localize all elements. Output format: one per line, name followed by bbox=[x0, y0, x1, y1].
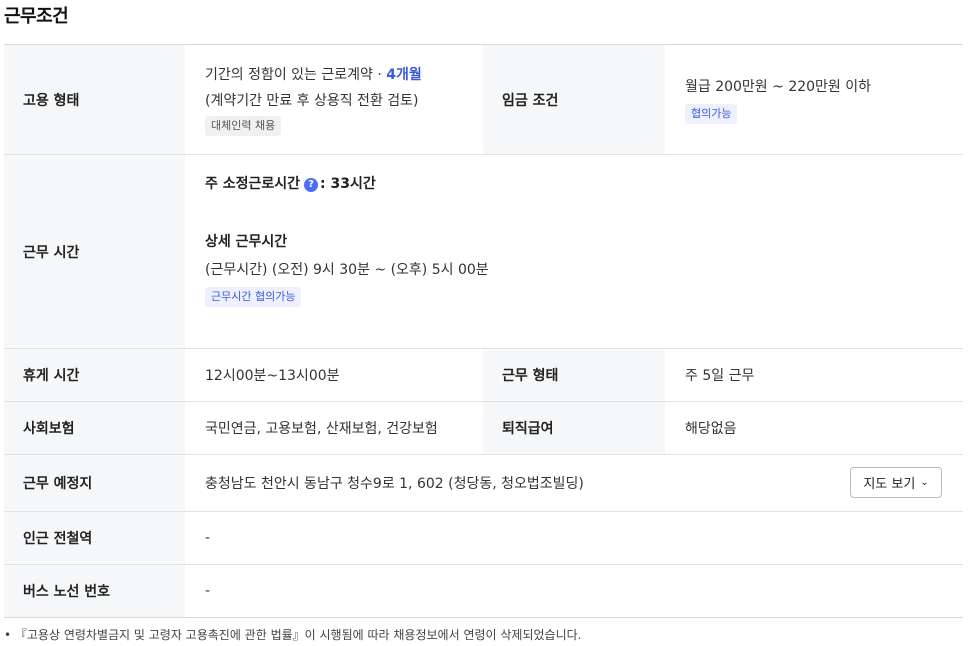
wage-cell: 월급 200만원 ~ 220만원 이하 협의가능 bbox=[665, 45, 963, 154]
detail-hours-label: 상세 근무시간 bbox=[205, 234, 288, 250]
location-label: 근무 예정지 bbox=[4, 455, 185, 511]
weekly-hours-label: 주 소정근로시간 bbox=[205, 176, 301, 192]
subway-value: - bbox=[205, 530, 211, 546]
row-bus: 버스 노선 번호 - bbox=[4, 565, 963, 618]
wage-value: 월급 200만원 ~ 220만원 이하 bbox=[685, 78, 872, 95]
map-view-button[interactable]: 지도 보기 ⌄ bbox=[850, 467, 942, 498]
worktype-value: 주 5일 근무 bbox=[685, 368, 755, 384]
subway-label: 인근 전철역 bbox=[4, 512, 185, 564]
detail-hours-value: (근무시간) (오전) 9시 30분 ~ (오후) 5시 00분 bbox=[205, 262, 489, 278]
employment-note: (계약기간 만료 후 상용직 전환 검토) bbox=[205, 92, 419, 109]
worktype-label: 근무 형태 bbox=[483, 349, 665, 401]
break-value: 12시00분~13시00분 bbox=[205, 368, 340, 384]
hours-cell: 주 소정근로시간?: 33시간 상세 근무시간 (근무시간) (오전) 9시 3… bbox=[185, 155, 963, 348]
location-value: 충청남도 천안시 동남구 청수9로 1, 602 (청당동, 청오법조빌딩) bbox=[205, 476, 584, 492]
bus-value: - bbox=[205, 583, 211, 599]
map-button-label: 지도 보기 bbox=[863, 477, 916, 492]
help-icon[interactable]: ? bbox=[304, 178, 319, 192]
insurance-value: 국민연금, 고용보험, 산재보험, 건강보험 bbox=[205, 421, 438, 437]
row-employment-wage: 고용 형태 기간의 정함이 있는 근로계약 · 4개월 (계약기간 만료 후 상… bbox=[4, 45, 963, 155]
row-location: 근무 예정지 충청남도 천안시 동남구 청수9로 1, 602 (청당동, 청오… bbox=[4, 455, 963, 512]
weekly-hours: 주 소정근로시간?: 33시간 bbox=[205, 173, 489, 193]
employment-label: 고용 형태 bbox=[4, 45, 185, 154]
employment-cell: 기간의 정함이 있는 근로계약 · 4개월 (계약기간 만료 후 상용직 전환 … bbox=[185, 45, 483, 154]
row-subway: 인근 전철역 - bbox=[4, 512, 963, 565]
break-label: 휴게 시간 bbox=[4, 349, 185, 401]
severance-value: 해당없음 bbox=[685, 421, 737, 437]
employment-tag: 대체인력 채용 bbox=[205, 115, 282, 136]
insurance-label: 사회보험 bbox=[4, 402, 185, 454]
row-hours: 근무 시간 주 소정근로시간?: 33시간 상세 근무시간 (근무시간) (오전… bbox=[4, 155, 963, 349]
hours-tag: 근무시간 협의가능 bbox=[205, 287, 302, 307]
severance-label: 퇴직급여 bbox=[483, 402, 665, 454]
chevron-down-icon: ⌄ bbox=[920, 477, 929, 488]
wage-tag: 협의가능 bbox=[685, 103, 738, 124]
contract-text: 기간의 정함이 있는 근로계약 · bbox=[205, 66, 387, 83]
age-law-footnote: • 『고용상 연령차별금지 및 고령자 고용촉진에 관한 법률』이 시행됨에 따… bbox=[4, 628, 582, 642]
conditions-table: 고용 형태 기간의 정함이 있는 근로계약 · 4개월 (계약기간 만료 후 상… bbox=[4, 44, 963, 618]
weekly-hours-value: : 33시간 bbox=[320, 176, 376, 192]
hours-label: 근무 시간 bbox=[4, 155, 185, 348]
contract-duration: 4개월 bbox=[386, 66, 422, 83]
employment-contract: 기간의 정함이 있는 근로계약 · 4개월 bbox=[205, 64, 422, 84]
row-break-worktype: 휴게 시간 12시00분~13시00분 근무 형태 주 5일 근무 bbox=[4, 349, 963, 402]
bus-label: 버스 노선 번호 bbox=[4, 565, 185, 617]
wage-label: 임금 조건 bbox=[483, 45, 665, 154]
work-conditions-section: 근무조건 고용 형태 기간의 정함이 있는 근로계약 · 4개월 (계약기간 만… bbox=[0, 0, 969, 646]
section-title: 근무조건 bbox=[4, 6, 69, 27]
row-insurance-severance: 사회보험 국민연금, 고용보험, 산재보험, 건강보험 퇴직급여 해당없음 bbox=[4, 402, 963, 455]
